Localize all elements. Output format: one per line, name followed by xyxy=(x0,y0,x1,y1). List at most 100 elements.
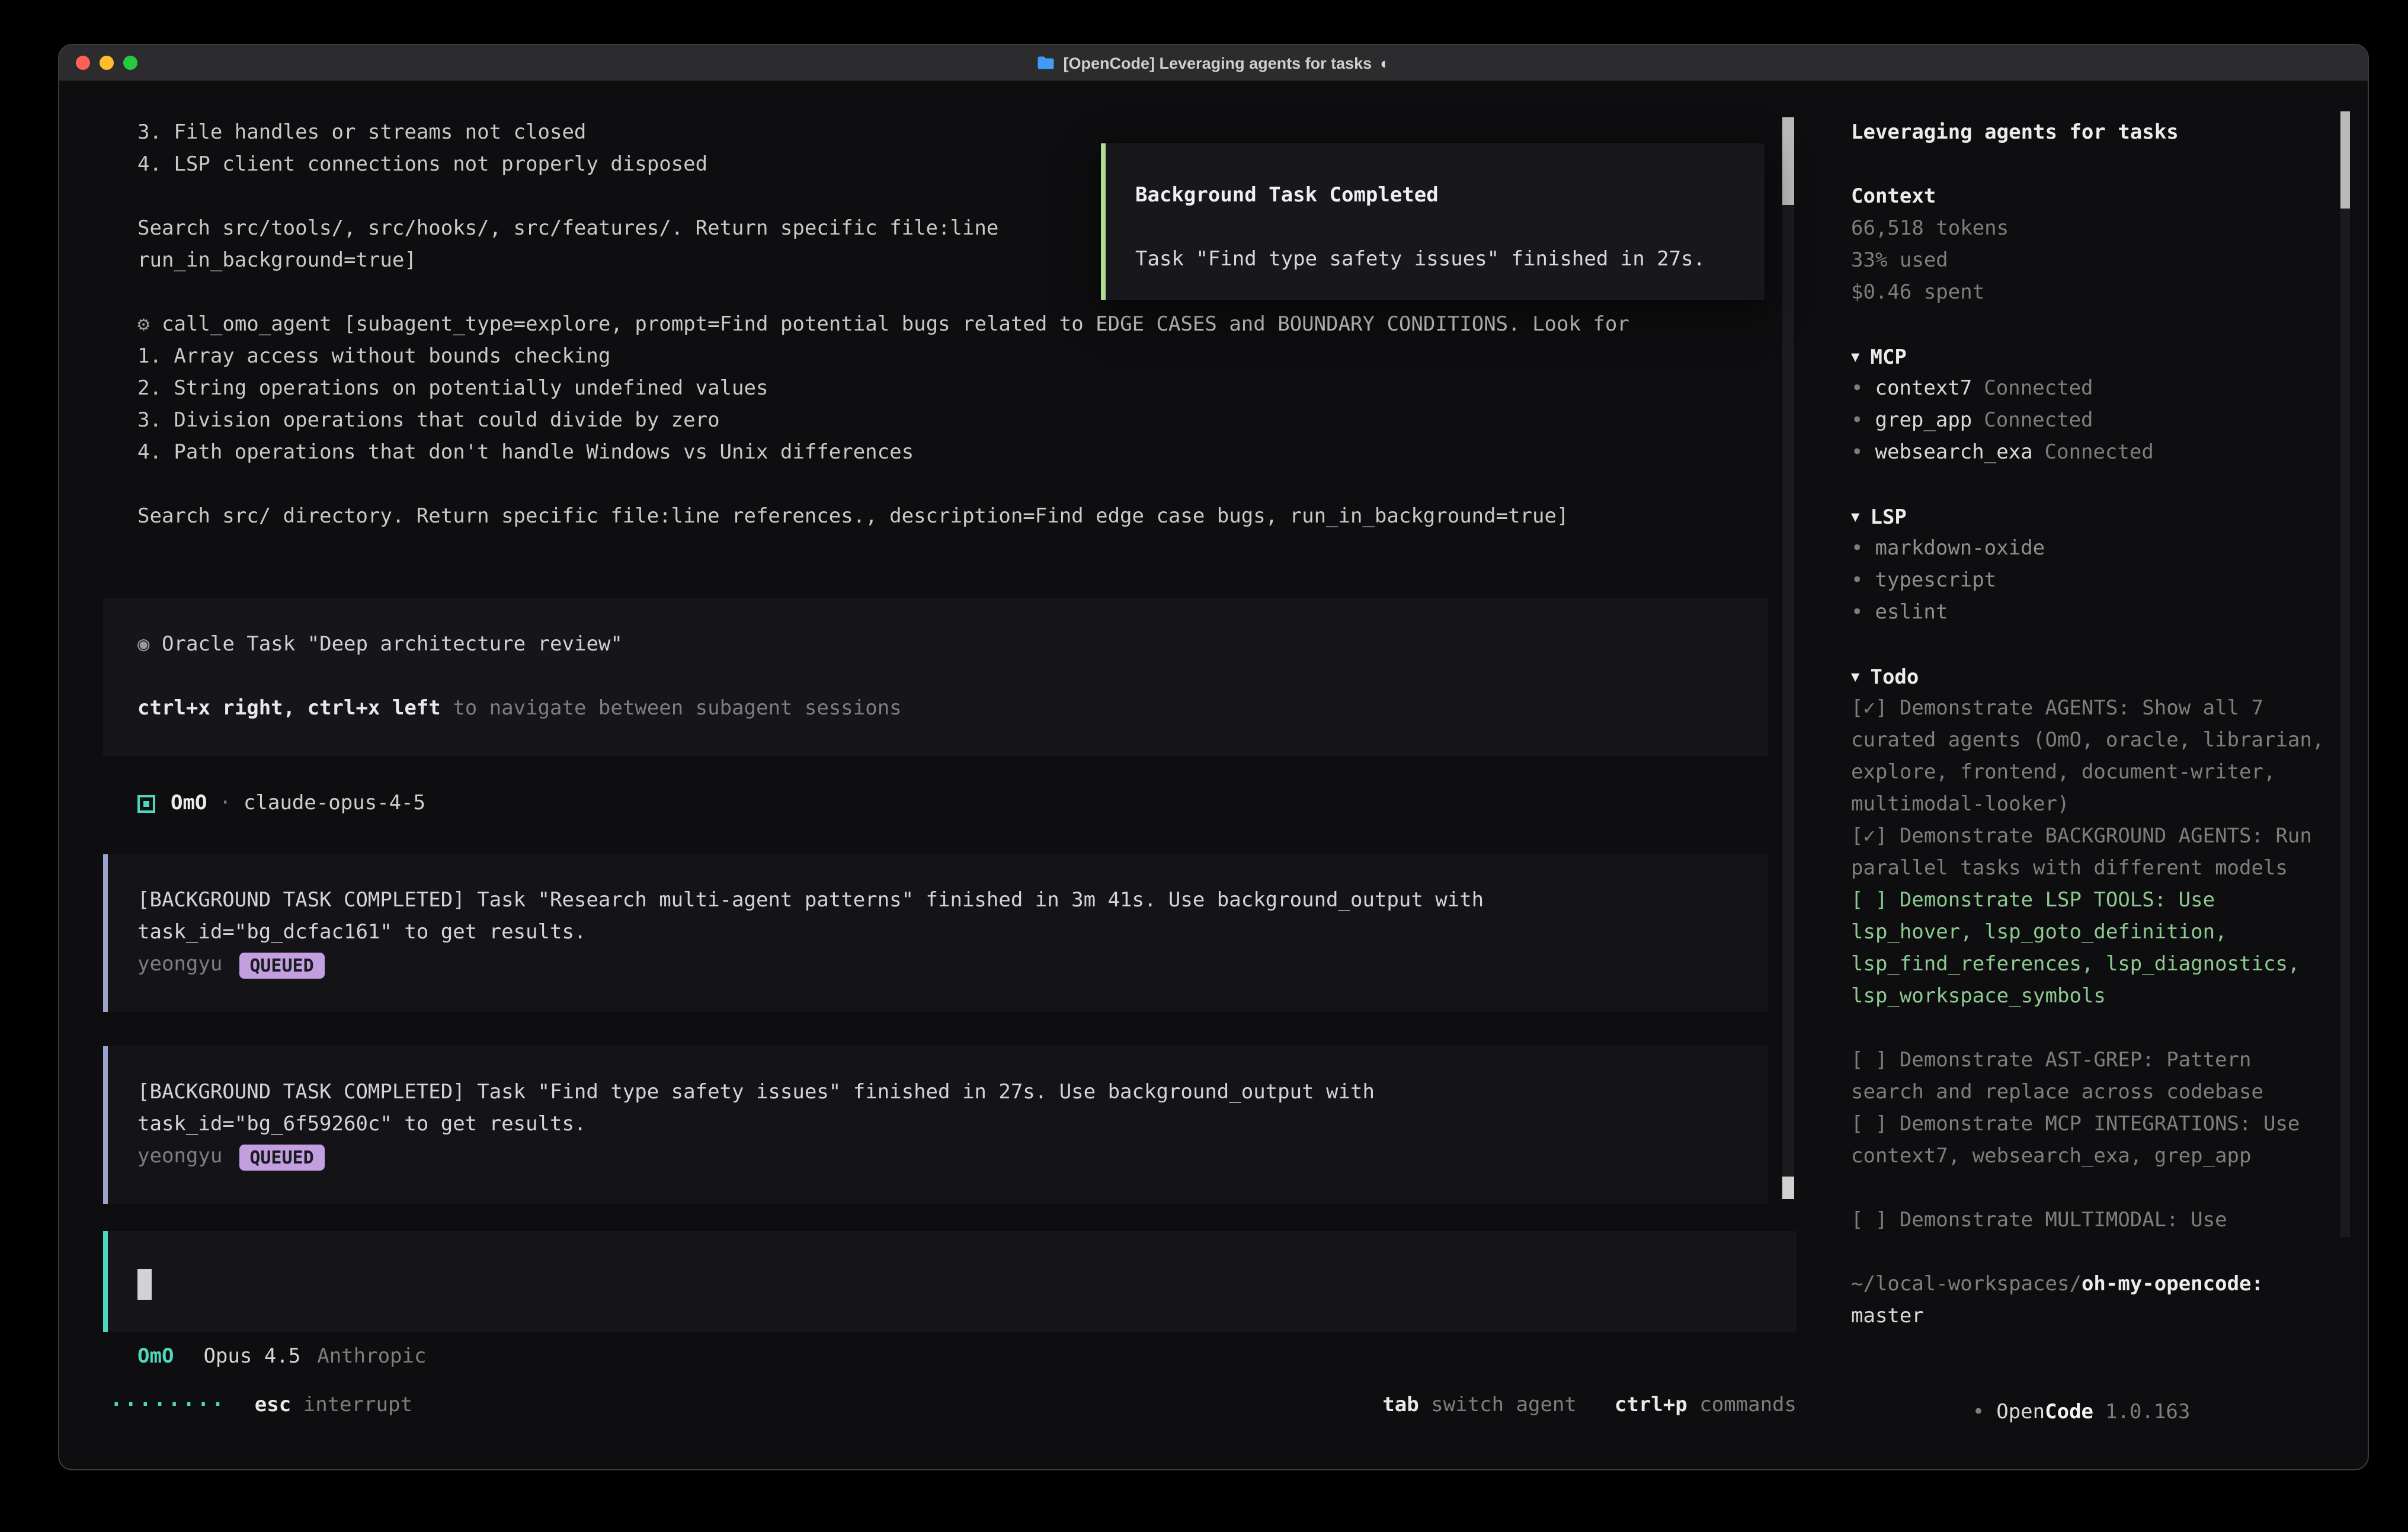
hint-keys: ctrl+x right, ctrl+x left xyxy=(137,697,441,720)
todo-item-active: [ ] Demonstrate LSP TOOLS: Use lsp_hover… xyxy=(1851,885,2331,1013)
todo-section: ▼Todo [✓] Demonstrate AGENTS: Show all 7… xyxy=(1851,661,2331,1237)
oracle-task-title-line: ◉ Oracle Task "Deep architecture review" xyxy=(137,629,1744,661)
status-bar: ········ esc interrupt tab switch agent … xyxy=(110,1390,1797,1422)
active-agent-label: OmO xyxy=(137,1341,174,1373)
todo-item-pending: [ ] Demonstrate MCP INTEGRATIONS: Use co… xyxy=(1851,1109,2331,1173)
mcp-status: Connected xyxy=(2045,441,2154,464)
main-scrollbar[interactable] xyxy=(1782,117,1794,1199)
commands-key-label xyxy=(1687,1390,1700,1422)
agent-model: claude-opus-4-5 xyxy=(244,788,425,820)
log-line: Search src/ directory. Return specific f… xyxy=(137,501,1797,533)
log-line: 1. Array access without bounds checking xyxy=(137,341,1797,373)
mcp-name: grep_app xyxy=(1875,409,1972,432)
traffic-lights xyxy=(76,45,137,81)
bullet-icon: • xyxy=(1851,409,1863,432)
message-author: yeongyu xyxy=(137,1141,222,1173)
context-tokens: 66,518 tokens xyxy=(1851,213,2331,245)
lsp-item: •markdown-oxide xyxy=(1851,533,2331,565)
todo-item-pending: [ ] Demonstrate AST-GREP: Pattern search… xyxy=(1851,1045,2331,1109)
scale-wrapper: [OpenCode] Leveraging agents for tasks ◐… xyxy=(0,0,2408,1532)
bullet-icon: • xyxy=(1851,601,1863,624)
toast-body: Task "Find type safety issues" finished … xyxy=(1135,244,1741,276)
window-content: 3. File handles or streams not closed 4.… xyxy=(59,82,2368,1469)
context-heading: Context xyxy=(1851,181,2331,213)
checkbox-icon xyxy=(137,795,155,813)
zoom-button[interactable] xyxy=(123,56,137,70)
workspace-info: ~/local-workspaces/oh-my-opencode: maste… xyxy=(1851,1269,2331,1333)
prompt-input[interactable] xyxy=(103,1231,1797,1332)
mcp-section: ▼ MCP • context7 Connected • grep_app Connect… xyxy=(1851,341,2331,469)
oracle-task-panel: ◉ Oracle Task "Deep architecture review"… xyxy=(103,598,1768,756)
toast-title: Background Task Completed xyxy=(1135,180,1741,212)
activity-dots-icon: ········ xyxy=(110,1390,226,1422)
spacer xyxy=(137,661,1744,693)
mcp-name: context7 xyxy=(1875,377,1972,400)
message-text: task_id="bg_dcfac161" to get results. xyxy=(137,917,1744,949)
agent-header: OmO · claude-opus-4-5 xyxy=(137,788,1797,820)
session-state-icon: ◐ xyxy=(1380,54,1389,72)
background-task-toast: Background Task Completed Task "Find typ… xyxy=(1101,143,1765,300)
workspace-branch: master xyxy=(1851,1301,2331,1333)
message-meta: yeongyu QUEUED xyxy=(137,1141,1744,1173)
commands-key-hint: ctrl+p xyxy=(1615,1390,1687,1422)
gear-icon: ⚙ xyxy=(137,313,150,336)
message-block: [BACKGROUND TASK COMPLETED] Task "Find t… xyxy=(103,1046,1768,1204)
todo-item-pending: [ ] Demonstrate MULTIMODAL: Use xyxy=(1851,1205,2331,1237)
oracle-task-hint: ctrl+x right, ctrl+x left to navigate be… xyxy=(137,693,1744,725)
close-button[interactable] xyxy=(76,56,90,70)
esc-key-label: interrupt xyxy=(303,1390,412,1422)
chevron-down-icon: ▼ xyxy=(1851,348,1859,365)
agent-name: OmO xyxy=(171,788,207,820)
sidebar-scrollbar[interactable] xyxy=(2340,111,2350,1237)
todo-heading[interactable]: ▼ Todo xyxy=(1851,661,2331,693)
window-title: [OpenCode] Leveraging agents for tasks ◐ xyxy=(59,54,2368,72)
bullet-icon: • xyxy=(1851,569,1863,592)
spacer xyxy=(1135,212,1741,244)
commands-key-label: commands xyxy=(1699,1390,1797,1422)
minimize-button[interactable] xyxy=(100,56,114,70)
message-text: task_id="bg_6f59260c" to get results. xyxy=(137,1109,1744,1141)
separator-dot: · xyxy=(219,788,232,820)
main-scrollbar-bottom-thumb[interactable] xyxy=(1782,1177,1794,1199)
status-right: tab switch agent ctrl+p commands xyxy=(1382,1390,1797,1422)
model-line: OmO Opus 4.5 Anthropic xyxy=(137,1341,1797,1373)
context-section: Context 66,518 tokens 33% used $0.46 spe… xyxy=(1851,181,2331,309)
workspace-path-prefix: ~/local-workspaces/ xyxy=(1851,1273,2082,1296)
lsp-item: •eslint xyxy=(1851,597,2331,629)
main-scrollbar-thumb[interactable] xyxy=(1782,117,1794,205)
log-line: 2. String operations on potentially unde… xyxy=(137,373,1797,405)
separator-dot xyxy=(207,788,219,820)
version-footer: •OpenCode1.0.163 xyxy=(1851,1365,2331,1397)
separator-dot xyxy=(231,788,244,820)
mcp-item: •grep_appConnected xyxy=(1851,405,2331,437)
mcp-item: • context7 Connected xyxy=(1851,373,2331,405)
todo-item-done: [✓] Demonstrate BACKGROUND AGENTS: Run p… xyxy=(1851,821,2331,885)
mcp-status: Connected xyxy=(1984,377,2093,400)
status-left: ········ esc interrupt xyxy=(110,1390,412,1422)
tab-key-hint: tab xyxy=(1382,1390,1418,1422)
mcp-heading-label: MCP xyxy=(1870,346,1906,370)
tab-key-label: switch agent xyxy=(1431,1390,1577,1422)
window-title-text: [OpenCode] Leveraging agents for tasks xyxy=(1064,54,1372,72)
lsp-name: markdown-oxide xyxy=(1875,537,2045,560)
tab-key-label xyxy=(1419,1390,1432,1422)
workspace-repo: oh-my-opencode: xyxy=(2082,1273,2263,1296)
sidebar-scrollbar-thumb[interactable] xyxy=(2340,111,2350,209)
mcp-heading[interactable]: ▼ MCP xyxy=(1851,341,2331,373)
workspace-path: ~/local-workspaces/oh-my-opencode: xyxy=(1851,1269,2331,1301)
message-text: [BACKGROUND TASK COMPLETED] Task "Find t… xyxy=(137,1077,1744,1109)
context-spent: $0.46 spent xyxy=(1851,277,2331,309)
esc-key-hint: esc xyxy=(255,1390,291,1422)
fisheye-icon: ◉ xyxy=(137,633,150,656)
context-used: 33% used xyxy=(1851,245,2331,277)
bullet-icon: • xyxy=(1972,1400,1985,1424)
lsp-heading[interactable]: ▼LSP xyxy=(1851,501,2331,533)
tool-call-text: call_omo_agent [subagent_type=explore, p… xyxy=(162,313,1629,336)
lsp-heading-label: LSP xyxy=(1870,506,1906,530)
bullet-icon: • xyxy=(1851,377,1863,400)
todo-heading-label: Todo xyxy=(1870,666,1919,690)
status-badge: QUEUED xyxy=(239,952,324,978)
titlebar[interactable]: [OpenCode] Leveraging agents for tasks ◐ xyxy=(59,45,2368,82)
log-line: 3. Division operations that could divide… xyxy=(137,405,1797,437)
chevron-down-icon: ▼ xyxy=(1851,668,1859,685)
